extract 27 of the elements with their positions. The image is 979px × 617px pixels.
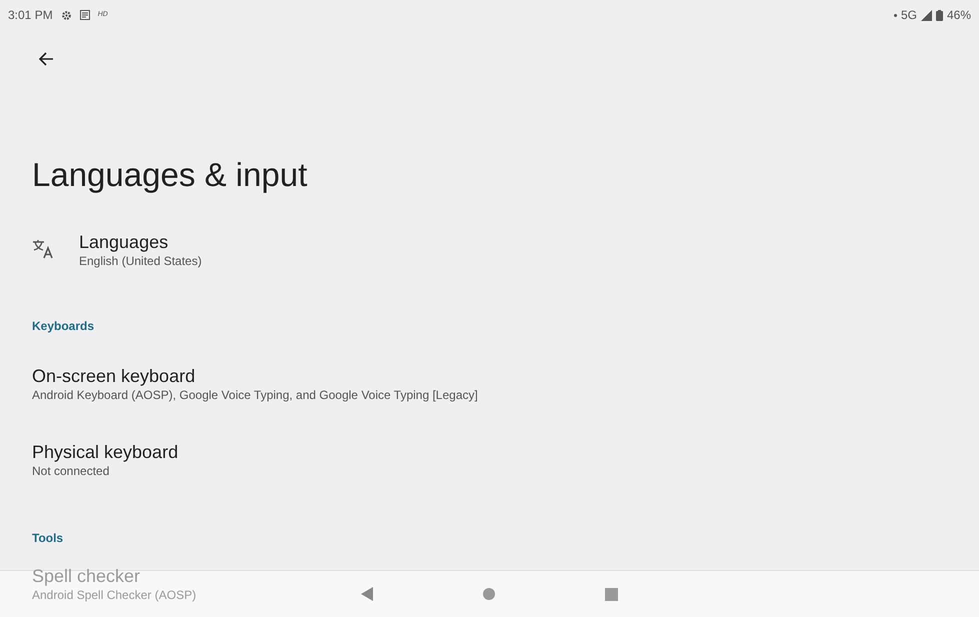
translate-icon [32,238,54,259]
network-type: 5G [900,7,917,24]
item-title: Spell checker [32,564,142,587]
gear-icon [60,10,72,20]
dot-icon [894,14,897,16]
item-subtitle: Not connected [32,462,110,479]
settings-item[interactable]: Physical keyboard Not connected [32,440,178,479]
settings-item[interactable]: On-screen keyboard Android Keyboard (AOSP), Google Voice Typing, and Google Voice Typing [Legacy] [32,364,478,403]
back-nav-button[interactable] [361,587,373,601]
home-nav-button[interactable] [483,588,495,600]
item-subtitle: Android Spell Checker (AOSP) [32,586,196,603]
notification-icon [80,10,90,20]
section-header: Keyboards [32,318,96,335]
item-title: On-screen keyboard [32,364,196,387]
signal-icon [920,10,932,20]
battery-percentage: 46% [946,7,971,24]
back-arrow-icon [38,50,54,67]
item-title: Physical keyboard [32,440,178,463]
page-title: Languages & input [32,155,308,195]
section-header: Tools [32,530,64,547]
clock-time: 3:01 PM [8,7,53,24]
item-subtitle: English (United States) [79,252,202,269]
item-title: Languages [79,230,170,253]
item-subtitle: Android Keyboard (AOSP), Google Voice Typing, and Google Voice Typing [Legacy] [32,386,478,403]
recents-nav-button[interactable] [605,588,618,600]
battery-icon [936,10,943,20]
settings-item[interactable]: Languages English (United States) [32,230,202,269]
